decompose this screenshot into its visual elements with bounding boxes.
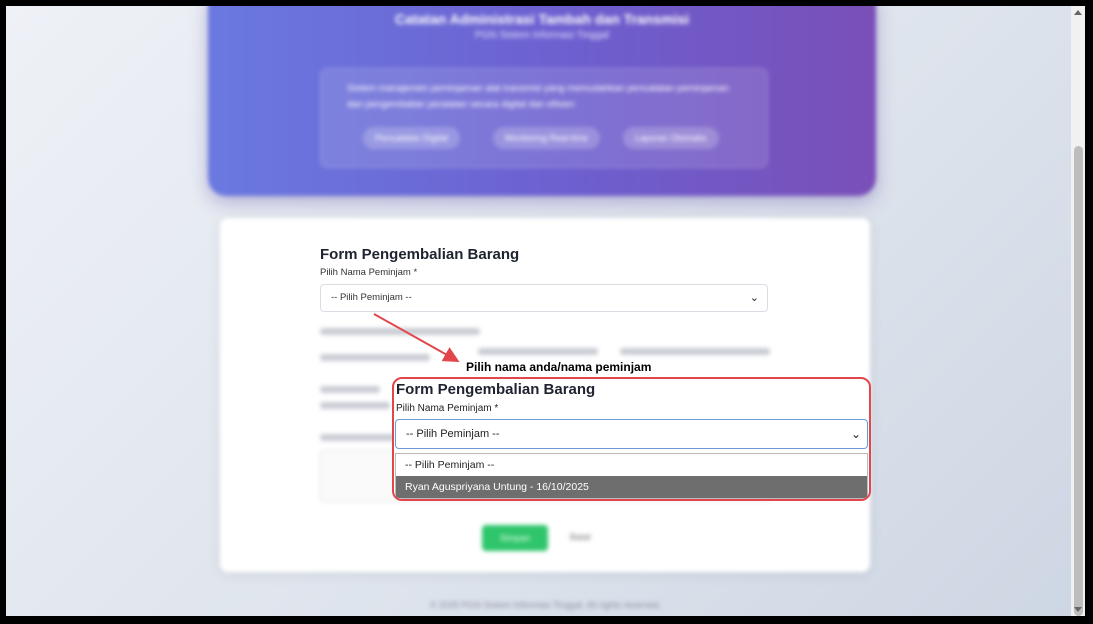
zoom-select-value: -- Pilih Peminjam -- (406, 428, 500, 440)
scrollbar-thumb[interactable] (1074, 146, 1083, 616)
zoom-borrower-select[interactable]: -- Pilih Peminjam -- ⌄ (395, 419, 868, 449)
annotation-arrow (373, 313, 460, 362)
scroll-up-icon[interactable] (1074, 10, 1082, 15)
annotation-text: Pilih nama anda/nama peminjam (466, 360, 652, 374)
dropdown-option-borrower[interactable]: Ryan Aguspriyana Untung - 16/10/2025 (396, 476, 867, 498)
scrollbar[interactable] (1071, 6, 1085, 616)
scroll-down-icon[interactable] (1074, 607, 1082, 612)
zoom-callout: Form Pengembalian Barang Pilih Nama Pemi… (392, 377, 871, 501)
browser-viewport: Catatan Administrasi Tambah dan Transmis… (4, 4, 1087, 618)
borrower-dropdown-list: -- Pilih Peminjam -- Ryan Aguspriyana Un… (395, 453, 868, 499)
zoom-form-title: Form Pengembalian Barang (396, 381, 596, 398)
chevron-down-icon: ⌄ (850, 427, 861, 441)
dropdown-option-placeholder[interactable]: -- Pilih Peminjam -- (396, 454, 867, 476)
zoom-borrower-label: Pilih Nama Peminjam * (396, 403, 499, 414)
